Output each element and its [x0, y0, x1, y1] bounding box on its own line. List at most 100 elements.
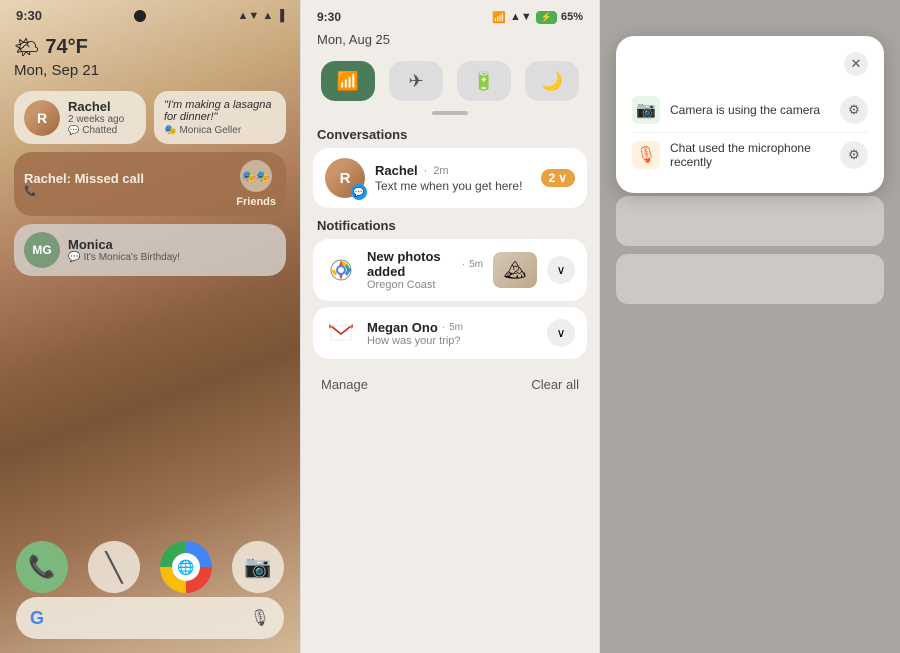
- photos-notif-time: 5m: [469, 259, 483, 270]
- chat-permission-item: 🎙 Chat used the microphone recently ⚙: [632, 132, 868, 177]
- shade-time: 9:30: [317, 10, 341, 24]
- permission-close-button[interactable]: ✕: [844, 52, 868, 76]
- monica-birthday-info: Monica 💬 It's Monica's Birthday!: [68, 237, 276, 263]
- shade-avatar-badge: 💬: [351, 184, 367, 200]
- gmail-notif-info: Megan Ono · 5m How was your trip?: [367, 320, 537, 347]
- shade-count-number: 2: [549, 171, 556, 185]
- shade-rachel-msg: Text me when you get here!: [375, 179, 531, 193]
- wifi-toggle[interactable]: 📶: [321, 61, 375, 101]
- wifi-status-icon: 📶: [492, 11, 506, 24]
- chat-permission-icon: 🎙: [632, 141, 660, 169]
- shade-rachel-name: Rachel: [375, 163, 418, 178]
- battery-saver-toggle[interactable]: 🔋: [457, 61, 511, 101]
- shade-battery: 📶 ▲▼ ⚡ 65%: [492, 11, 583, 24]
- notifications-section-title: Notifications: [301, 214, 599, 239]
- weather-date: Mon, Sep 21: [14, 62, 286, 79]
- signal-status-icon: ▲▼: [510, 11, 532, 23]
- signal-icon: ▲▼: [238, 10, 260, 22]
- camera-gear-icon: ⚙: [848, 102, 860, 118]
- monica-birthday-name: Monica: [68, 237, 276, 252]
- assistant-app-icon[interactable]: ╲: [88, 541, 140, 593]
- battery-icon: ▐: [276, 10, 284, 22]
- mic-icon[interactable]: 🎙: [250, 608, 270, 628]
- phone-app-icon[interactable]: 📞: [16, 541, 68, 593]
- chat-permission-text: Chat used the microphone recently: [670, 141, 830, 169]
- bg-card-4: [616, 254, 884, 304]
- photos-notif-info: New photos added · 5m Oregon Coast: [367, 249, 483, 291]
- rachel-info: Rachel 2 weeks ago 💬 Chatted: [68, 99, 136, 136]
- shade-date: Mon, Aug 25: [301, 30, 599, 55]
- manage-button[interactable]: Manage: [321, 377, 368, 392]
- conversation-row-2: Rachel: Missed call 📞 🎭🎭 Friends: [14, 152, 286, 216]
- camera-settings-button[interactable]: ⚙: [840, 96, 868, 124]
- quick-toggles: 📶 ✈ 🔋 🌙: [301, 55, 599, 111]
- gmail-expand-button[interactable]: ∨: [547, 319, 575, 347]
- chat-icon: 💬: [68, 125, 79, 136]
- airplane-toggle[interactable]: ✈: [389, 61, 443, 101]
- home-time: 9:30: [16, 8, 42, 23]
- camera-dot: [134, 10, 146, 22]
- home-content: 🌤 74°F Mon, Sep 21 R Rachel 2 weeks ago …: [0, 27, 300, 292]
- google-icon: G: [30, 608, 250, 629]
- monica-mg-avatar: MG: [24, 232, 60, 268]
- gmail-notif-subtitle: How was your trip?: [367, 335, 537, 347]
- chat-gear-icon: ⚙: [848, 147, 860, 163]
- rachel-name: Rachel: [68, 99, 136, 114]
- monica-message-text: "I'm making a lasagna for dinner!": [164, 99, 276, 123]
- photos-notification-card[interactable]: New photos added · 5m Oregon Coast 🏔 ∨: [313, 239, 587, 301]
- weather-widget: 🌤 74°F: [14, 35, 286, 60]
- bg-card-3: [616, 196, 884, 246]
- missed-call-icon: 📞: [24, 186, 228, 197]
- search-bar[interactable]: G 🎙: [16, 597, 284, 639]
- clear-all-button[interactable]: Clear all: [531, 377, 579, 392]
- friends-icon: 🎭🎭: [240, 160, 272, 192]
- rachel-avatar: R: [24, 100, 60, 136]
- gmail-notif-time: 5m: [449, 322, 463, 333]
- shade-count-chevron: ∨: [558, 171, 567, 185]
- camera-app-icon[interactable]: 📷: [232, 541, 284, 593]
- camera-permission-icon: 📷: [632, 96, 660, 124]
- photos-thumbnail: 🏔: [493, 252, 537, 288]
- chat-icon-2: 💬: [68, 252, 80, 263]
- battery-percent: 65%: [561, 11, 583, 23]
- shade-rachel-count[interactable]: 2 ∨: [541, 169, 575, 187]
- permission-header: ✕: [632, 52, 868, 76]
- conversations-section-title: Conversations: [301, 123, 599, 148]
- photos-app-icon: [325, 254, 357, 286]
- close-icon: ✕: [851, 56, 862, 72]
- chrome-app-icon[interactable]: 🌐: [160, 541, 212, 593]
- dark-mode-toggle[interactable]: 🌙: [525, 61, 579, 101]
- chat-settings-button[interactable]: ⚙: [840, 141, 868, 169]
- gmail-notif-title: Megan Ono: [367, 320, 438, 335]
- battery-indicator: ⚡: [536, 11, 557, 24]
- photos-notif-subtitle: Oregon Coast: [367, 279, 483, 291]
- monica-birthday-text: It's Monica's Birthday!: [83, 252, 180, 263]
- wifi-icon: ▲: [262, 10, 273, 22]
- monica-icon: 🎭: [164, 125, 176, 136]
- photos-notif-title: New photos added: [367, 249, 458, 279]
- shade-rachel-time-val: 2m: [433, 165, 448, 177]
- notification-shade-panel: 9:30 📶 ▲▼ ⚡ 65% Mon, Aug 25 📶 ✈ 🔋 🌙 Conv…: [300, 0, 600, 653]
- monica-name: Monica Geller: [179, 125, 241, 136]
- monica-birthday-sub: 💬 It's Monica's Birthday!: [68, 252, 276, 263]
- monica-message-bubble[interactable]: "I'm making a lasagna for dinner!" 🎭 Mon…: [154, 91, 286, 144]
- rachel-bubble[interactable]: R Rachel 2 weeks ago 💬 Chatted: [14, 91, 146, 144]
- shade-handle: [432, 111, 468, 115]
- gmail-notification-card[interactable]: Megan Ono · 5m How was your trip? ∨: [313, 307, 587, 359]
- camera-permission-item: 📷 Camera is using the camera ⚙: [632, 88, 868, 132]
- app-dock: 📞 ╲ 🌐 📷: [0, 541, 300, 593]
- monica-birthday-bubble[interactable]: MG Monica 💬 It's Monica's Birthday!: [14, 224, 286, 276]
- photos-expand-button[interactable]: ∨: [547, 256, 575, 284]
- rachel-chatted: Chatted: [82, 125, 117, 136]
- rachel-sub: 💬 Chatted: [68, 125, 136, 136]
- home-status-bar: 9:30 ▲▼ ▲ ▐: [0, 0, 300, 27]
- missed-call-bubble[interactable]: Rachel: Missed call 📞 🎭🎭 Friends: [14, 152, 286, 216]
- shade-rachel-card[interactable]: R 💬 Rachel · 2m Text me when you get her…: [313, 148, 587, 208]
- phone-icon: 📞: [24, 186, 36, 197]
- shade-rachel-avatar: R 💬: [325, 158, 365, 198]
- shade-footer: Manage Clear all: [301, 369, 599, 400]
- conversation-row-1: R Rachel 2 weeks ago 💬 Chatted "I'm maki…: [14, 91, 286, 144]
- home-screen-panel: 9:30 ▲▼ ▲ ▐ 🌤 74°F Mon, Sep 21 R Rachel …: [0, 0, 300, 653]
- weather-icon: 🌤: [14, 35, 39, 60]
- permission-overlay-panel: ✕ 📷 Camera is using the camera ⚙ 🎙 Chat …: [600, 0, 900, 653]
